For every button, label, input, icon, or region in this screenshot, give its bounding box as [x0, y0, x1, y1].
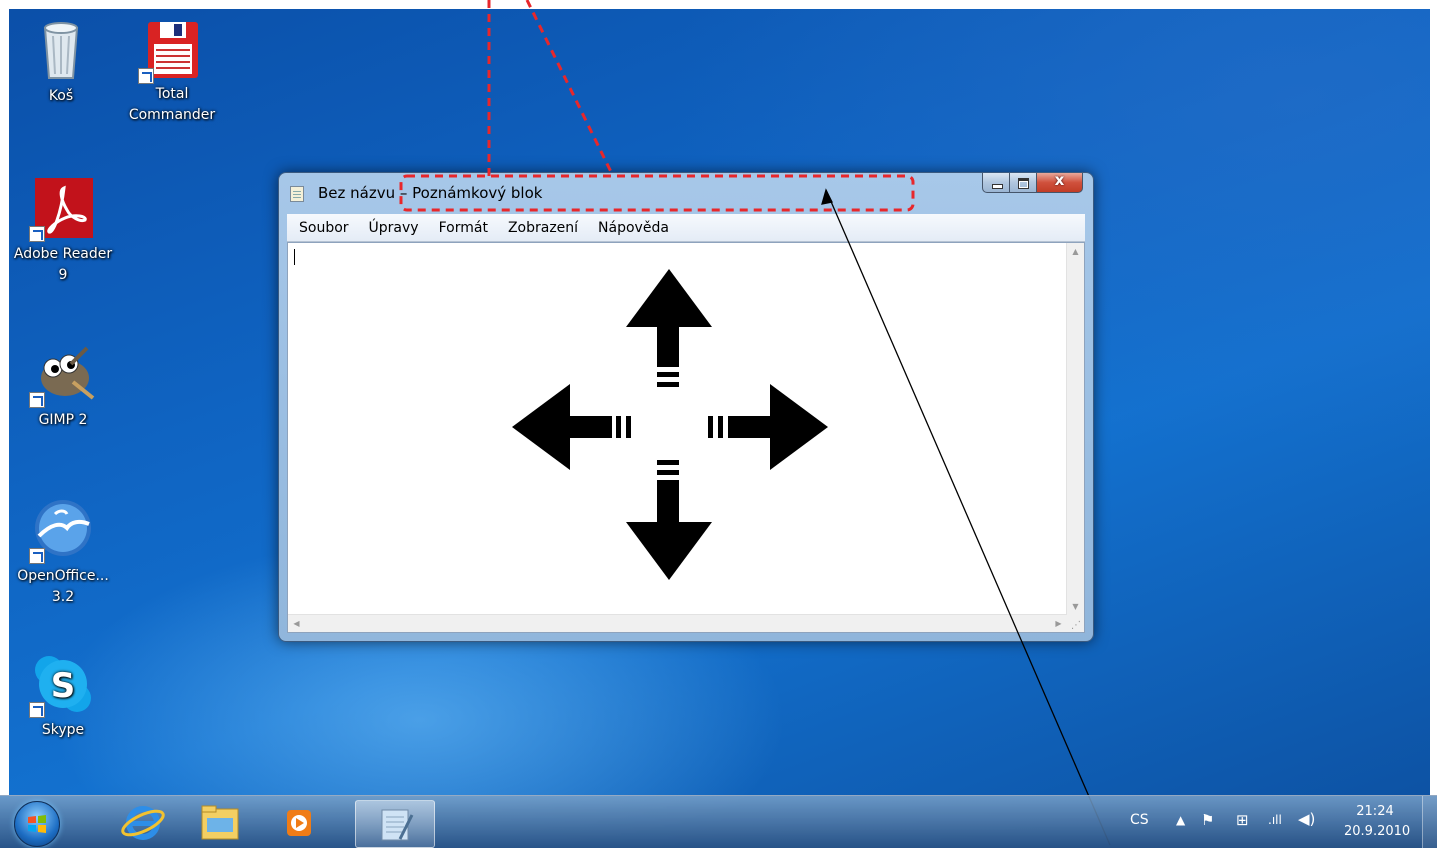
clock-date: 20.9.2010 — [1344, 824, 1411, 839]
scroll-left-icon[interactable]: ◀ — [288, 615, 305, 632]
desktop-icon-label: GIMP 2 — [38, 412, 88, 428]
show-desktop-button[interactable] — [1422, 796, 1437, 848]
shortcut-arrow-icon — [29, 226, 45, 242]
taskbar-media-player[interactable] — [269, 800, 331, 846]
resize-grip-icon[interactable] — [1067, 615, 1084, 632]
desktop-icon-label: OpenOffice... 3.2 — [17, 568, 109, 605]
windows-explorer-icon — [201, 805, 239, 840]
vertical-scrollbar[interactable]: ▲ ▼ — [1066, 243, 1084, 615]
gimp-icon — [29, 342, 95, 408]
total-commander-icon — [138, 18, 204, 84]
skype-icon: S — [29, 652, 95, 718]
taskbar: CS ▲ ⚑ ⊞ .ıll ◀) 21:24 20.9.2010 — [0, 795, 1437, 848]
taskbar-notepad[interactable] — [355, 800, 435, 848]
notepad-icon — [290, 186, 304, 202]
openoffice-icon — [29, 498, 95, 564]
taskbar-internet-explorer[interactable] — [112, 800, 174, 846]
shortcut-arrow-icon — [138, 68, 154, 84]
adobe-reader-icon — [29, 176, 95, 242]
desktop-icon-openoffice[interactable]: OpenOffice... 3.2 — [8, 498, 118, 608]
menu-zobrazeni[interactable]: Zobrazení — [497, 220, 587, 236]
text-caret — [294, 249, 295, 265]
clock-time: 21:24 — [1356, 804, 1394, 819]
desktop-icon-gimp[interactable]: GIMP 2 — [8, 342, 118, 431]
image-border-right — [1430, 0, 1437, 795]
menu-format[interactable]: Formát — [428, 220, 497, 236]
desktop: Koš Total Commander Adobe Reader 9 GIMP … — [0, 0, 1437, 848]
start-button[interactable] — [14, 801, 60, 847]
language-indicator[interactable]: CS — [1130, 812, 1149, 828]
media-player-icon — [287, 810, 311, 836]
scroll-down-icon[interactable]: ▼ — [1067, 598, 1084, 615]
power-plug-icon[interactable]: ⊞ — [1236, 811, 1249, 829]
image-border-top — [0, 0, 1437, 9]
desktop-icon-label: Koš — [48, 88, 74, 104]
title-app-name: Poznámkový blok — [412, 184, 543, 202]
minimize-button[interactable] — [982, 173, 1010, 193]
desktop-icon-label: Adobe Reader 9 — [13, 246, 113, 283]
desktop-icon-skype[interactable]: S Skype — [8, 652, 118, 741]
window-title: Bez názvu – Poznámkový blok — [318, 184, 542, 202]
caption-buttons — [982, 171, 1083, 194]
notepad-icon — [381, 809, 414, 841]
system-clock[interactable]: 21:24 20.9.2010 — [1344, 802, 1411, 842]
notepad-window[interactable]: Bez názvu – Poznámkový blok Soubor Úprav… — [278, 171, 1094, 642]
show-hidden-icons-icon[interactable]: ▲ — [1176, 813, 1185, 827]
desktop-icon-label: Total Commander — [128, 86, 216, 123]
shortcut-arrow-icon — [29, 548, 45, 564]
taskbar-windows-explorer[interactable] — [189, 800, 251, 846]
network-signal-icon[interactable]: .ıll — [1268, 813, 1282, 827]
scroll-right-icon[interactable]: ▶ — [1050, 615, 1067, 632]
internet-explorer-icon — [121, 806, 165, 840]
title-separator: – — [395, 184, 413, 202]
maximize-button[interactable] — [1010, 173, 1037, 193]
menu-napoveda[interactable]: Nápověda — [587, 220, 678, 236]
title-bar[interactable]: Bez názvu – Poznámkový blok — [279, 171, 1093, 213]
shortcut-arrow-icon — [29, 702, 45, 718]
action-center-flag-icon[interactable]: ⚑ — [1201, 811, 1214, 829]
text-editor-area[interactable]: ▲ ▼ ◀ ▶ — [287, 242, 1085, 633]
menu-soubor[interactable]: Soubor — [287, 220, 358, 236]
menu-upravy[interactable]: Úpravy — [358, 220, 428, 236]
close-button[interactable] — [1037, 171, 1083, 193]
desktop-icon-total-commander[interactable]: Total Commander — [117, 18, 227, 126]
windows-logo-icon — [28, 815, 46, 833]
desktop-icon-adobe-reader[interactable]: Adobe Reader 9 — [8, 176, 118, 286]
svg-text:S: S — [51, 666, 76, 706]
desktop-icon-label: Skype — [41, 722, 85, 738]
horizontal-scrollbar[interactable]: ◀ ▶ — [288, 614, 1067, 632]
scroll-up-icon[interactable]: ▲ — [1067, 243, 1084, 260]
desktop-icon-recycle-bin[interactable]: Koš — [6, 18, 116, 107]
title-document-name: Bez názvu — [318, 184, 396, 202]
shortcut-arrow-icon — [29, 392, 45, 408]
volume-icon[interactable]: ◀) — [1298, 810, 1315, 828]
menu-bar: Soubor Úpravy Formát Zobrazení Nápověda — [287, 214, 1085, 242]
recycle-bin-icon — [29, 18, 93, 82]
